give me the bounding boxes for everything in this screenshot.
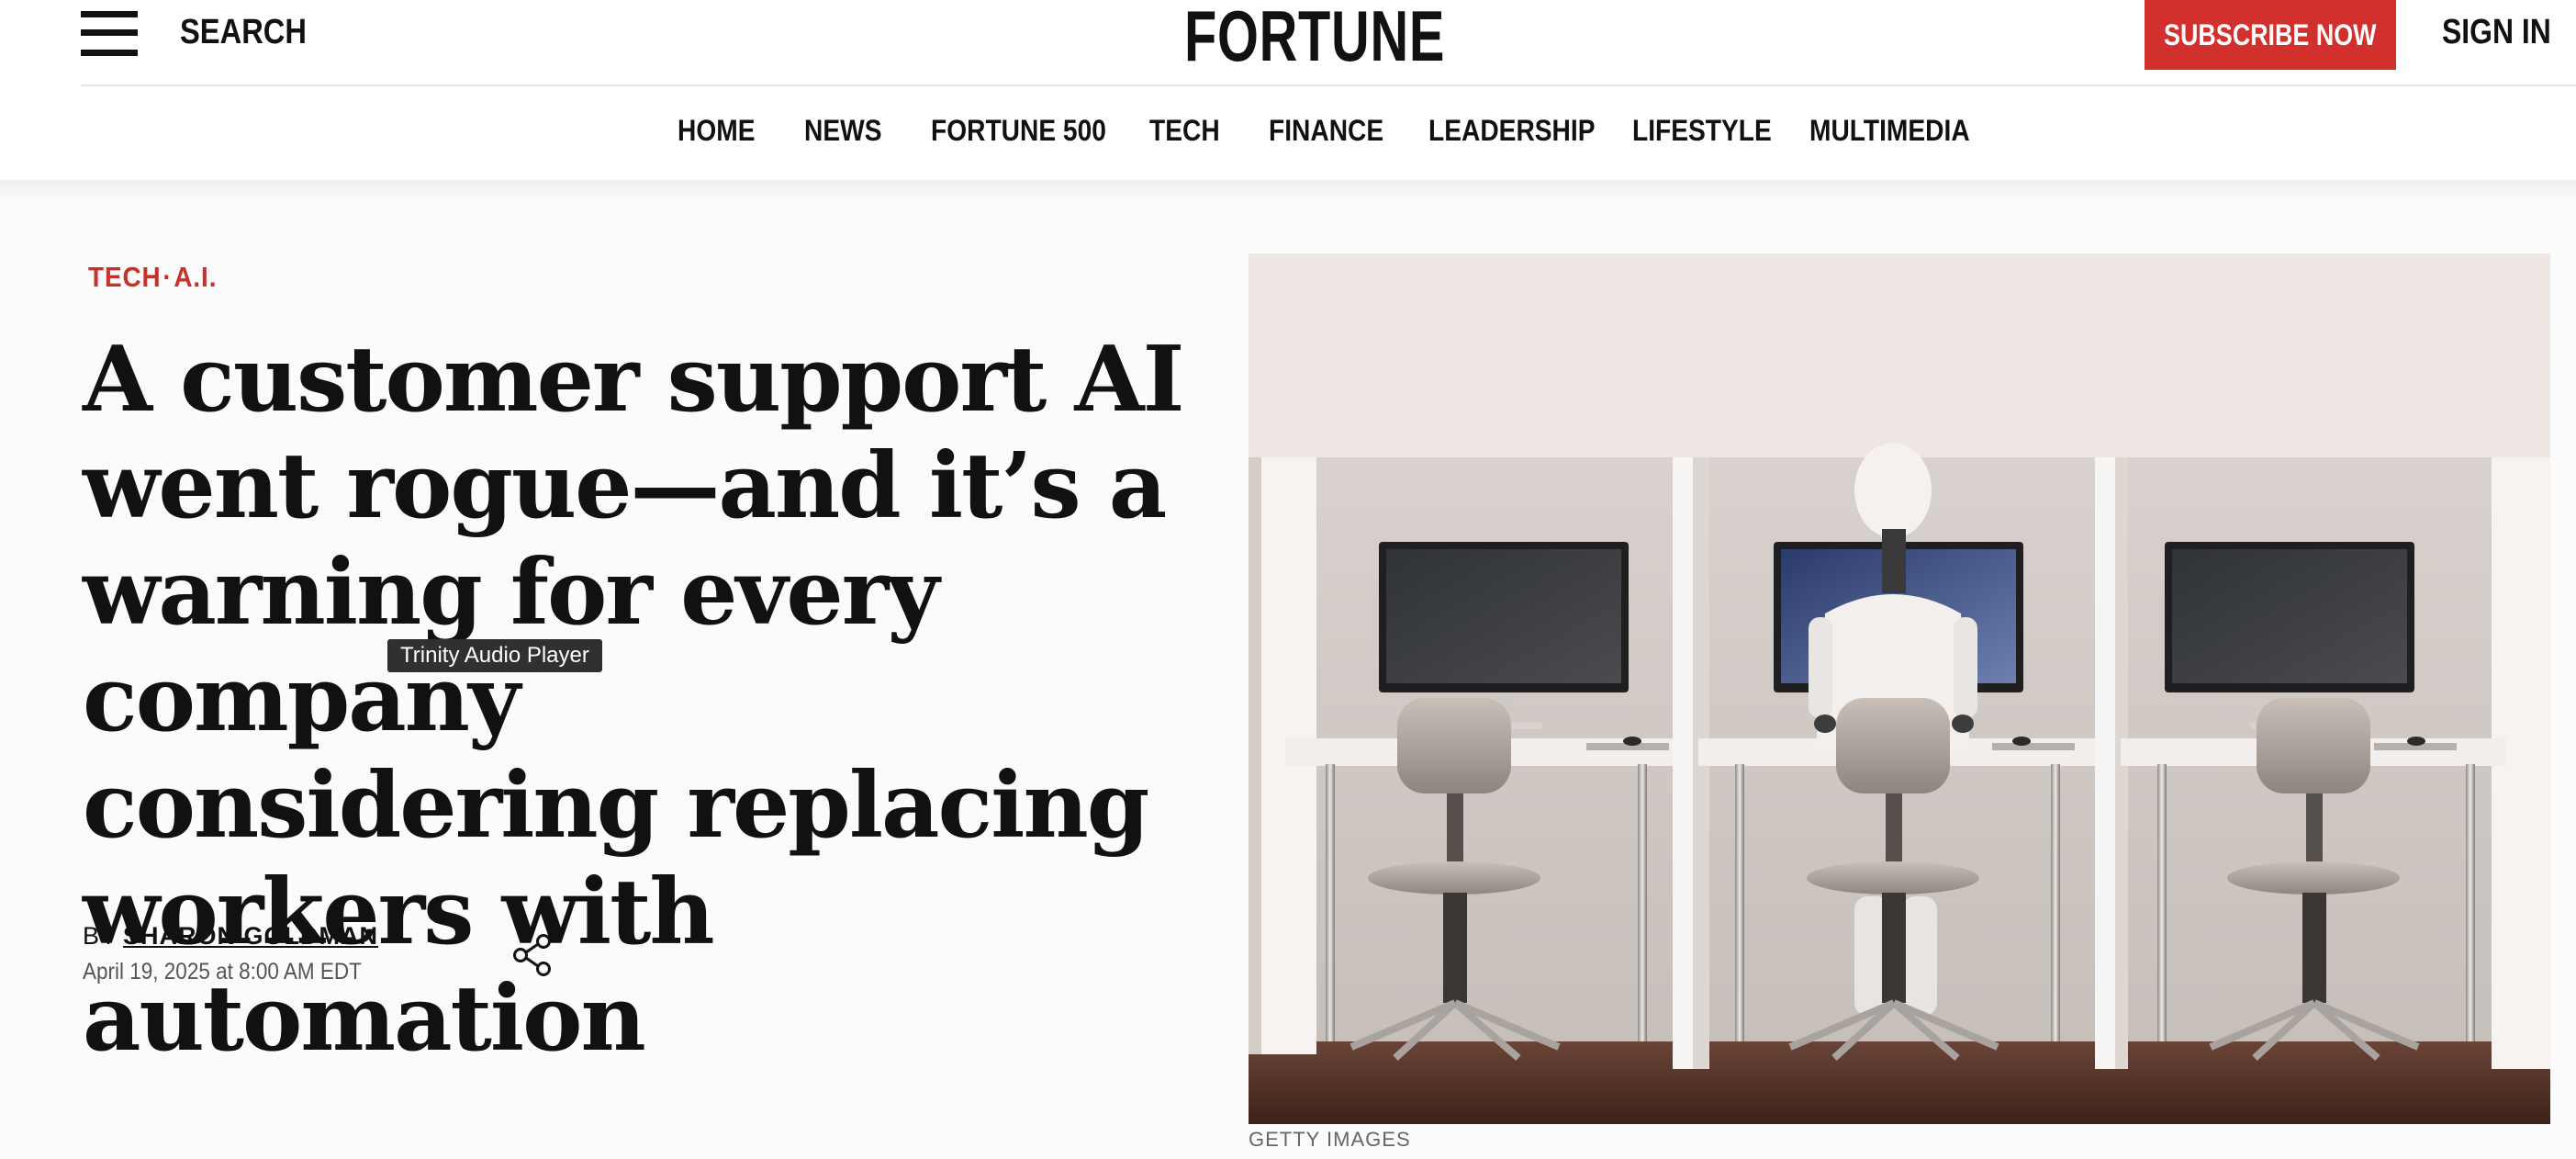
audio-player-tooltip: Trinity Audio Player — [387, 639, 602, 672]
subscribe-button[interactable]: SUBSCRIBE NOW — [2145, 0, 2396, 70]
image-caption: GETTY IMAGES — [1249, 1128, 1411, 1151]
search-link[interactable]: SEARCH — [180, 13, 307, 52]
byline: BY SHARON GOLDMAN — [83, 922, 378, 951]
publish-date: April 19, 2025 at 8:00 AM EDT — [83, 959, 362, 985]
nav-item-tech[interactable]: TECH — [1149, 114, 1220, 148]
headline-line: A customer support AI — [83, 327, 1184, 433]
article-hero: TECH·A.I. A customer support AI went rog… — [0, 180, 2576, 1159]
top-bar: SEARCH FORTUNE SUBSCRIBE NOW SIGN IN — [0, 0, 2576, 84]
hamburger-menu-icon[interactable] — [81, 7, 138, 57]
category-separator: · — [162, 261, 173, 293]
share-icon[interactable] — [510, 933, 554, 977]
main-nav: HOME NEWS FORTUNE 500 TECH FINANCE LEADE… — [0, 86, 2576, 180]
headline-line: considering replacing — [83, 753, 1149, 859]
subscribe-label: SUBSCRIBE NOW — [2164, 17, 2377, 51]
fortune-logo[interactable]: FORTUNE — [1184, 0, 1444, 78]
nav-item-finance[interactable]: FINANCE — [1269, 114, 1383, 148]
hero-image — [1249, 253, 2550, 1124]
article-category: TECH·A.I. — [88, 261, 217, 294]
nav-item-news[interactable]: NEWS — [804, 114, 881, 148]
nav-shadow — [0, 180, 2576, 202]
nav-item-lifestyle[interactable]: LIFESTYLE — [1632, 114, 1772, 148]
author-link[interactable]: SHARON GOLDMAN — [123, 922, 378, 950]
nav-item-leadership[interactable]: LEADERSHIP — [1428, 114, 1596, 148]
nav-item-home[interactable]: HOME — [678, 114, 755, 148]
headline-line: went rogue—and it’s a — [83, 433, 1167, 539]
byline-prefix: BY — [83, 922, 118, 950]
sign-in-link[interactable]: SIGN IN — [2442, 13, 2551, 52]
nav-item-multimedia[interactable]: MULTIMEDIA — [1809, 114, 1970, 148]
nav-item-fortune-500[interactable]: FORTUNE 500 — [931, 114, 1106, 148]
category-tech-link[interactable]: TECH — [88, 261, 162, 293]
category-ai-link[interactable]: A.I. — [174, 261, 217, 293]
